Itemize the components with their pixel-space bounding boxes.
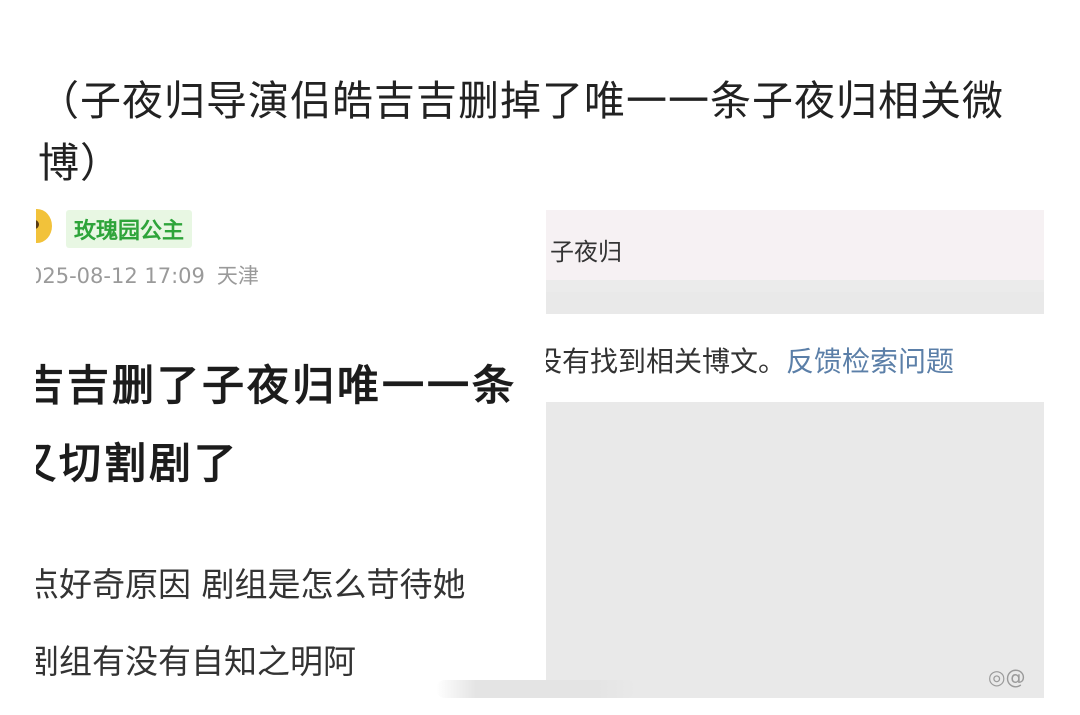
search-query[interactable]: 子夜归	[550, 232, 622, 267]
scroll-indicator	[436, 680, 636, 698]
empty-results-area	[546, 402, 1044, 698]
no-result-text: 没有找到相关博文。	[546, 345, 787, 378]
post-timestamp: 025-08-12 17:09	[36, 264, 205, 288]
post-meta: 025-08-12 17:09 天津	[36, 260, 259, 290]
caption-text: （子夜归导演侣皓吉吉删掉了唯一一条子夜归相关微博）	[38, 77, 1004, 187]
watermark: ◎@	[988, 665, 1025, 689]
watermark-text: @	[1005, 665, 1026, 689]
post-location: 天津	[216, 264, 259, 288]
divider	[546, 292, 1044, 314]
search-bar[interactable]: 子夜归	[546, 210, 1044, 280]
right-screenshot-search-results: 子夜归 没有找到相关博文。反馈检索问题	[546, 210, 1044, 698]
post-body-line-1: 点好奇原因 剧组是怎么苛待她	[36, 565, 466, 604]
weibo-logo-icon: ◎	[988, 665, 1006, 689]
username[interactable]: 玫瑰园公主	[66, 210, 193, 248]
post-body-line-2: 剧组有没有自知之明阿	[36, 642, 356, 681]
avatar[interactable]	[36, 209, 52, 243]
no-result-message: 没有找到相关博文。反馈检索问题	[546, 340, 954, 380]
feedback-link[interactable]: 反馈检索问题	[786, 345, 954, 378]
post-title-line-1: 吉吉删了子夜归唯一一条	[36, 361, 518, 410]
post-title-line-2: 又切割剧了	[36, 439, 240, 488]
left-screenshot-weibo-post: 玫瑰园公主 025-08-12 17:09 天津 吉吉删了子夜归唯一一条 又切割剧…	[36, 200, 536, 700]
